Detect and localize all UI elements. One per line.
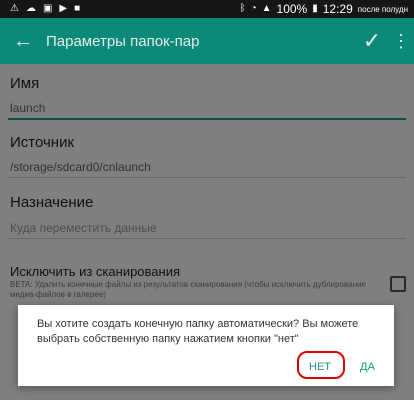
bluetooth-icon: ᛒ <box>239 3 246 14</box>
play-icon: ▶ <box>59 3 68 14</box>
more-vert-icon[interactable]: ⋮ <box>388 31 414 52</box>
warning-icon: ⚠ <box>10 3 19 14</box>
status-bar: ⚠ ☁ ▣ ▶ ■ ᛒ ◔ ▲ 100% ▮ 12:29 после полуд… <box>0 0 414 18</box>
image-icon: ▣ <box>42 3 53 14</box>
wifi-icon: ◔ <box>250 3 257 14</box>
signal-icon: ▲ <box>261 3 272 14</box>
page-title: Параметры папок-пар <box>46 32 200 50</box>
confirm-dialog: Вы хотите создать конечную папку автомат… <box>18 305 394 386</box>
battery-icon: ▮ <box>312 3 318 14</box>
briefcase-icon: ■ <box>74 3 81 14</box>
no-button[interactable]: НЕТ <box>309 361 331 373</box>
dialog-message: Вы хотите создать конечную папку автомат… <box>37 318 359 345</box>
clock-period: после полудн <box>357 4 408 14</box>
checkmark-icon[interactable]: ✓ <box>356 28 388 54</box>
battery-percent: 100% <box>276 2 308 16</box>
app-bar: ← Параметры папок-пар ✓ ⋮ <box>0 18 414 64</box>
clock-time: 12:29 <box>322 2 353 16</box>
back-arrow-icon[interactable]: ← <box>0 30 46 53</box>
cloud-icon: ☁ <box>25 3 36 14</box>
yes-button[interactable]: ДА <box>360 361 375 373</box>
